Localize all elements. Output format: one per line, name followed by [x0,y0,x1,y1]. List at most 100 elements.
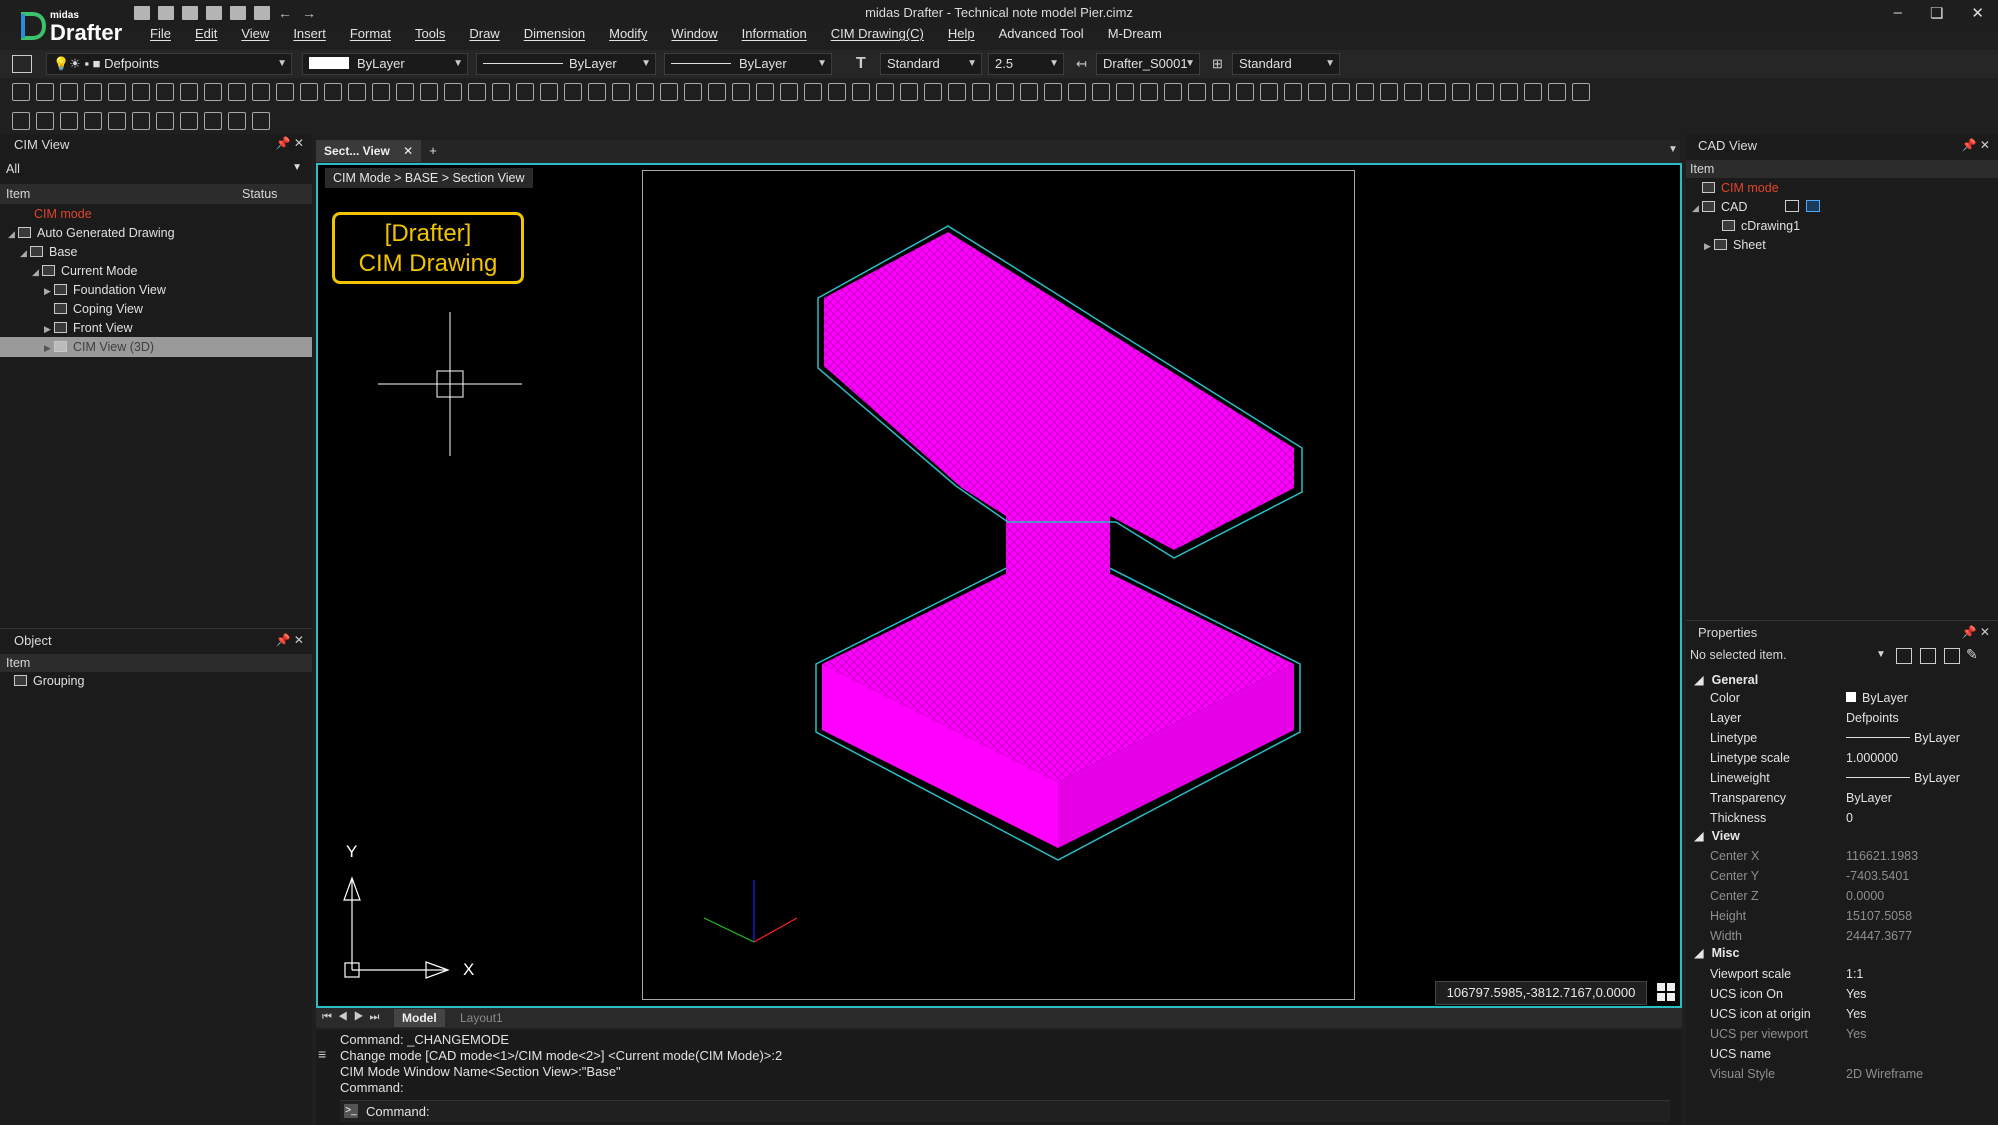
tool-button-icon[interactable] [84,83,102,101]
tool-button-icon[interactable] [204,83,222,101]
tree-foundation-view[interactable]: ▶ Foundation View [44,283,166,297]
tool-button-icon[interactable] [36,83,54,101]
tool-button-icon[interactable] [468,83,486,101]
cad-tree-cdrawing1[interactable]: cDrawing1 [1722,219,1800,233]
tool-button-icon[interactable] [396,83,414,101]
prop-layer[interactable]: Layer Defpoints [1686,709,1998,729]
tool-button-icon[interactable] [300,83,318,101]
tool-button-icon[interactable] [132,83,150,101]
dim-style-combo[interactable]: Drafter_S0001 ▼ [1096,53,1200,75]
tree-row-selected[interactable]: ▶ CIM View (3D) [0,337,312,357]
tool-button-icon[interactable] [804,83,822,101]
prop-lineweight[interactable]: Lineweight ByLayer [1686,769,1998,789]
tool-button-icon[interactable] [516,83,534,101]
tree-auto-generated-drawing[interactable]: ◢ Auto Generated Drawing [8,226,175,240]
prop-ucs-icon-on[interactable]: UCS icon On Yes [1686,985,1998,1005]
doc-tab-section-view[interactable]: Sect... View ✕ [316,140,422,162]
menu-advanced-tool[interactable]: Advanced Tool [999,26,1084,48]
tool-button-icon[interactable] [252,83,270,101]
command-menu-icon[interactable]: ≡ [318,1046,326,1062]
object-pin-close[interactable]: 📌 ✕ [276,633,304,647]
menu-dimension[interactable]: Dimension [524,26,585,48]
tool-button-icon[interactable] [900,83,918,101]
color-combo[interactable]: ByLayer ▼ [302,53,468,75]
tool-button-icon[interactable] [1308,83,1326,101]
prop-thickness[interactable]: Thickness 0 [1686,809,1998,829]
tool-button-icon[interactable] [420,83,438,101]
menu-cim-drawing[interactable]: CIM Drawing(C) [831,26,924,48]
tool-button-icon[interactable] [1356,83,1374,101]
tool-button-icon[interactable] [228,83,246,101]
selection-combo[interactable]: No selected item. [1690,648,1787,662]
pickadd-icon[interactable] [1944,648,1960,664]
tree-base[interactable]: ◢ Base [20,245,78,259]
tool-button-icon[interactable] [1212,83,1230,101]
tool-button-icon[interactable] [1332,83,1350,101]
menu-insert[interactable]: Insert [293,26,326,48]
linetype-combo[interactable]: ByLayer ▼ [476,53,656,75]
lineweight-combo[interactable]: ByLayer ▼ [664,53,832,75]
restore-button[interactable]: ❏ [1930,4,1943,22]
section-general[interactable]: ◢ General [1694,672,1758,687]
tool-button-icon[interactable] [444,83,462,101]
tool-button-icon[interactable] [684,83,702,101]
prop-height[interactable]: Height 15107.5058 [1686,907,1998,927]
cad-tree-cad[interactable]: ◢ CAD [1692,200,1821,214]
tool-button-icon[interactable] [84,112,102,130]
pier-3d-model[interactable] [642,170,1355,1000]
layer-combo[interactable]: 💡☀ ▪ ■ Defpoints ▼ [46,53,292,75]
menu-format[interactable]: Format [350,26,391,48]
tool-button-icon[interactable] [348,83,366,101]
layer-manager-icon[interactable] [12,55,32,73]
tool-button-icon[interactable] [540,83,558,101]
tool-button-icon[interactable] [12,112,30,130]
prop-linetype-scale[interactable]: Linetype scale 1.000000 [1686,749,1998,769]
tool-button-icon[interactable] [180,112,198,130]
menu-information[interactable]: Information [742,26,807,48]
close-icon[interactable]: ✕ [403,144,413,158]
tool-button-icon[interactable] [1140,83,1158,101]
prop-center-x[interactable]: Center X 116621.1983 [1686,847,1998,867]
tool-button-icon[interactable] [1092,83,1110,101]
tool-button-icon[interactable] [1116,83,1134,101]
menu-modify[interactable]: Modify [609,26,647,48]
close-button[interactable]: ✕ [1971,4,1984,22]
prop-viewport-scale[interactable]: Viewport scale 1:1 [1686,965,1998,985]
prop-width[interactable]: Width 24447.3677 [1686,927,1998,947]
tree-front-view[interactable]: ▶ Front View [44,321,133,335]
menu-help[interactable]: Help [948,26,975,48]
cim-view-filter[interactable]: All ▼ [2,162,308,180]
prop-linetype[interactable]: Linetype ByLayer [1686,729,1998,749]
tab-layout1[interactable]: Layout1 [460,1011,503,1025]
tool-button-icon[interactable] [1572,83,1590,101]
tool-button-icon[interactable] [1284,83,1302,101]
cad-tree-cim-mode[interactable]: CIM mode [1702,181,1779,195]
tool-button-icon[interactable] [156,112,174,130]
tool-button-icon[interactable] [276,83,294,101]
tool-button-icon[interactable] [1020,83,1038,101]
tool-button-icon[interactable] [756,83,774,101]
tool-button-icon[interactable] [1524,83,1542,101]
prop-color[interactable]: Color ByLayer [1686,689,1998,709]
prop-transparency[interactable]: Transparency ByLayer [1686,789,1998,809]
object-grouping[interactable]: Grouping [14,674,84,688]
tool-button-icon[interactable] [204,112,222,130]
tool-button-icon[interactable] [12,83,30,101]
tool-button-icon[interactable] [1188,83,1206,101]
select-objects-icon[interactable] [1920,648,1936,664]
tree-cim-mode[interactable]: CIM mode [34,207,92,221]
tool-button-icon[interactable] [588,83,606,101]
tool-button-icon[interactable] [732,83,750,101]
tool-button-icon[interactable] [1260,83,1278,101]
tool-button-icon[interactable] [780,83,798,101]
cim-view-pin-close[interactable]: 📌 ✕ [276,136,304,150]
prop-ucs-icon-origin[interactable]: UCS icon at origin Yes [1686,1005,1998,1025]
properties-pin-close[interactable]: 📌 ✕ [1962,625,1990,639]
cad-tree-sheet[interactable]: ▶ Sheet [1704,238,1766,252]
tool-button-icon[interactable] [852,83,870,101]
prop-ucs-per-viewport[interactable]: UCS per viewport Yes [1686,1025,1998,1045]
command-input[interactable]: >_ Command: [340,1100,1670,1122]
prop-center-y[interactable]: Center Y -7403.5401 [1686,867,1998,887]
tool-button-icon[interactable] [612,83,630,101]
table-style-combo[interactable]: Standard ▼ [1232,53,1340,75]
